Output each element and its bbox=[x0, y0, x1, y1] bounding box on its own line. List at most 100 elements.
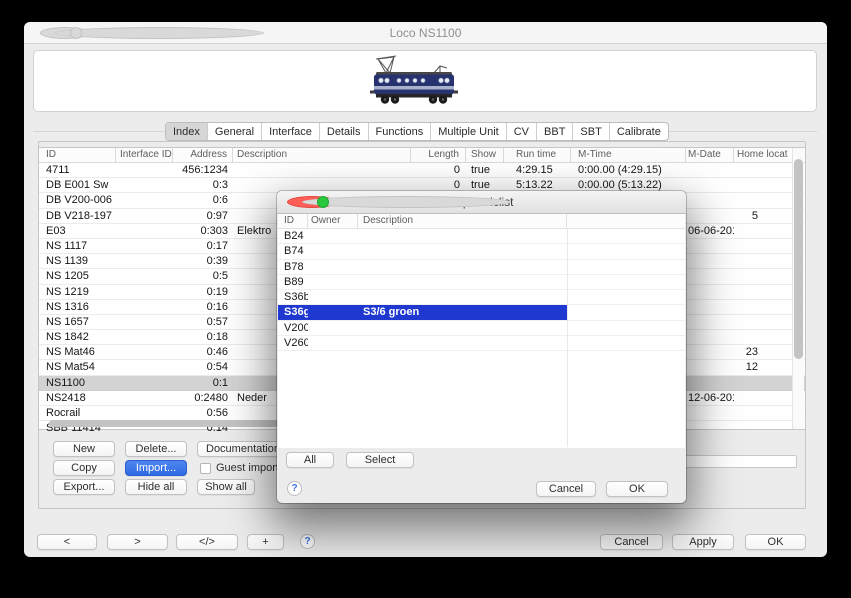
cell-home bbox=[734, 421, 796, 435]
import-button[interactable]: Import... bbox=[125, 460, 187, 476]
col-header-id[interactable]: ID bbox=[39, 148, 116, 162]
tab-functions[interactable]: Functions bbox=[369, 123, 432, 140]
delete-button[interactable]: Delete... bbox=[125, 441, 187, 457]
add-button[interactable]: + bbox=[247, 534, 284, 550]
col-header-length[interactable]: Length bbox=[411, 148, 466, 162]
cell-id: NS 1139 bbox=[39, 254, 116, 268]
import-list-row[interactable]: B89 bbox=[278, 275, 685, 290]
cell-home bbox=[734, 406, 796, 420]
cell-id: V200 bbox=[278, 321, 308, 335]
prev-button[interactable]: < bbox=[37, 534, 97, 550]
cell-address: 0:54 bbox=[173, 360, 233, 374]
cell-interface_id bbox=[116, 391, 173, 405]
minimize-button[interactable] bbox=[55, 27, 264, 39]
cell-address: 0:6 bbox=[173, 193, 233, 207]
cell-home bbox=[734, 315, 796, 329]
import-list-row[interactable]: B24 bbox=[278, 229, 685, 244]
ok-button[interactable]: OK bbox=[745, 534, 806, 550]
import-list-row[interactable]: S36b bbox=[278, 290, 685, 305]
tab-interface[interactable]: Interface bbox=[262, 123, 320, 140]
dialog-minimize-button[interactable] bbox=[302, 196, 511, 208]
documentation-button[interactable]: Documentation bbox=[197, 441, 289, 457]
col-header-spacer bbox=[567, 214, 685, 228]
tab-general[interactable]: General bbox=[208, 123, 262, 140]
cell-id: NS 1842 bbox=[39, 330, 116, 344]
tab-cv[interactable]: CV bbox=[507, 123, 537, 140]
cell-description bbox=[358, 290, 567, 304]
guest-import-label: Guest import bbox=[216, 462, 279, 475]
cell-address: 0:56 bbox=[173, 406, 233, 420]
cell-interface_id bbox=[116, 239, 173, 253]
new-button[interactable]: New bbox=[53, 441, 115, 457]
loco-table-row[interactable]: 4711456:12340true4:29.150:00.00 (4:29.15… bbox=[39, 163, 805, 178]
import-list-row[interactable]: B78 bbox=[278, 260, 685, 275]
col-header-description[interactable]: Description bbox=[358, 214, 567, 228]
window-titlebar[interactable]: Loco NS1100 bbox=[24, 22, 827, 44]
cell-interface_id bbox=[116, 178, 173, 192]
copy-button[interactable]: Copy bbox=[53, 460, 115, 476]
col-header-id[interactable]: ID bbox=[278, 214, 308, 228]
cell-address: 0:97 bbox=[173, 209, 233, 223]
cell-interface_id bbox=[116, 300, 173, 314]
cell-interface_id bbox=[116, 285, 173, 299]
col-header-address[interactable]: Address bbox=[173, 148, 233, 162]
tab-bbt[interactable]: BBT bbox=[537, 123, 573, 140]
import-list-header: ID Owner Description bbox=[278, 214, 685, 229]
dialog-zoom-button[interactable] bbox=[317, 196, 329, 208]
col-header-m-date[interactable]: M-Date bbox=[686, 148, 734, 162]
cell-id: NS Mat46 bbox=[39, 345, 116, 359]
col-header-show[interactable]: Show bbox=[466, 148, 504, 162]
guest-import-checkbox[interactable] bbox=[200, 463, 211, 474]
import-list-row[interactable]: V260 bbox=[278, 336, 685, 351]
cell-address: 0:3 bbox=[173, 178, 233, 192]
export-button[interactable]: Export... bbox=[53, 479, 115, 495]
tab-index[interactable]: Index bbox=[166, 123, 208, 140]
cell-m_date bbox=[686, 345, 734, 359]
cell-interface_id bbox=[116, 315, 173, 329]
next-button[interactable]: > bbox=[107, 534, 168, 550]
all-button[interactable]: All bbox=[286, 452, 334, 468]
cell-id: V260 bbox=[278, 336, 308, 350]
cell-address: 0:19 bbox=[173, 285, 233, 299]
tab-calibrate[interactable]: Calibrate bbox=[610, 123, 668, 140]
cell-home: 12 bbox=[734, 360, 796, 374]
tab-details[interactable]: Details bbox=[320, 123, 369, 140]
tab-multiple-unit[interactable]: Multiple Unit bbox=[431, 123, 507, 140]
dialog-titlebar[interactable]: Import: lclist bbox=[277, 191, 686, 214]
vertical-scrollbar[interactable] bbox=[792, 148, 804, 429]
hide-all-button[interactable]: Hide all bbox=[125, 479, 187, 495]
dialog-help-button[interactable]: ? bbox=[287, 481, 302, 496]
cell-interface_id bbox=[116, 376, 173, 390]
col-header-description[interactable]: Description bbox=[233, 148, 411, 162]
cell-description bbox=[358, 336, 567, 350]
cell-interface_id bbox=[116, 254, 173, 268]
vertical-scrollbar-thumb[interactable] bbox=[794, 159, 803, 359]
import-list-row[interactable]: S36gS3/6 groen bbox=[278, 305, 685, 320]
help-button[interactable]: ? bbox=[300, 534, 315, 549]
cell-id: DB E001 Sw bbox=[39, 178, 116, 192]
select-button[interactable]: Select bbox=[346, 452, 414, 468]
col-header-owner[interactable]: Owner bbox=[308, 214, 358, 228]
cancel-button[interactable]: Cancel bbox=[600, 534, 663, 550]
code-view-button[interactable]: </> bbox=[176, 534, 238, 550]
dialog-ok-button[interactable]: OK bbox=[606, 481, 668, 497]
col-header-home-location[interactable]: Home locat bbox=[734, 148, 796, 162]
cell-interface_id bbox=[116, 224, 173, 238]
import-list-row[interactable]: B74 bbox=[278, 244, 685, 259]
cell-description bbox=[358, 260, 567, 274]
show-all-button[interactable]: Show all bbox=[197, 479, 255, 495]
col-header-interface-id[interactable]: Interface ID bbox=[116, 148, 173, 162]
cell-home bbox=[734, 224, 796, 238]
cell-owner bbox=[308, 290, 358, 304]
zoom-button[interactable] bbox=[70, 27, 82, 39]
dialog-cancel-button[interactable]: Cancel bbox=[536, 481, 596, 497]
col-header-run-time[interactable]: Run time bbox=[504, 148, 571, 162]
cell-owner bbox=[308, 229, 358, 243]
col-header-m-time[interactable]: M-Time bbox=[571, 148, 686, 162]
cell-home bbox=[734, 285, 796, 299]
cell-interface_id bbox=[116, 209, 173, 223]
apply-button[interactable]: Apply bbox=[672, 534, 734, 550]
cell-home bbox=[734, 376, 796, 390]
tab-sbt[interactable]: SBT bbox=[573, 123, 609, 140]
import-list-row[interactable]: V200 bbox=[278, 321, 685, 336]
